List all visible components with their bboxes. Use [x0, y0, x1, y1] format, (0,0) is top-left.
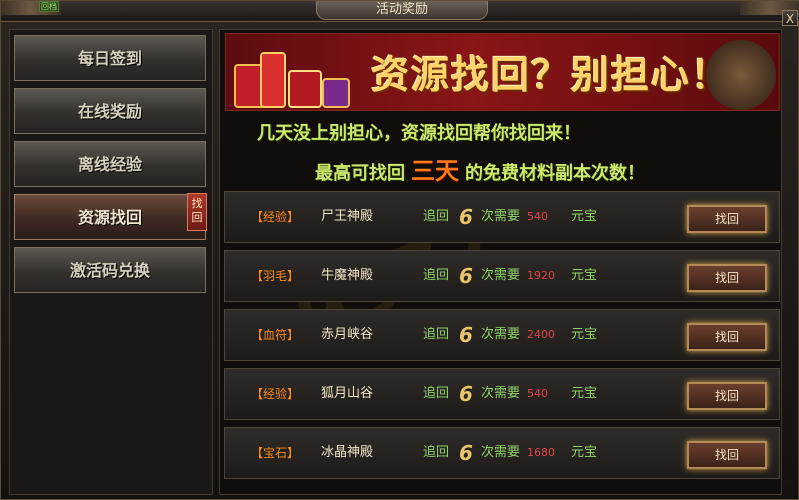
row-dungeon: 狐月山谷 [321, 386, 374, 401]
sidebar: 每日签到 在线奖励 离线经验 资源找回 激活码兑换 [9, 29, 213, 495]
retrieve-row: 【羽毛】 牛魔神殿 追回 6 次需要 1920 元宝 找回 [224, 250, 780, 302]
row-need-label: 次需要 [481, 209, 521, 224]
row-currency: 元宝 [571, 445, 598, 460]
nav-online-reward[interactable]: 在线奖励 [14, 88, 206, 134]
row-dungeon: 赤月峡谷 [321, 327, 374, 342]
subtitle-line2-prefix: 最高可找回 [315, 163, 405, 184]
row-need-label: 次需要 [481, 268, 521, 283]
row-count: 6 [459, 323, 473, 347]
row-currency: 元宝 [571, 386, 598, 401]
row-dungeon: 冰晶神殿 [321, 445, 374, 460]
retrieve-button[interactable]: 找回 [687, 441, 767, 469]
row-retrieve-label: 追回 [423, 327, 450, 342]
window-title: 活动奖励 [316, 1, 488, 20]
row-need-label: 次需要 [481, 327, 521, 342]
row-currency: 元宝 [571, 268, 598, 283]
row-category: 【宝石】 [251, 446, 300, 460]
retrieve-button[interactable]: 找回 [687, 382, 767, 410]
subtitle-line2-suffix: 的免费材料副本次数！ [465, 163, 645, 184]
retrieve-row: 【经验】 尸王神殿 追回 6 次需要 540 元宝 找回 [224, 191, 780, 243]
row-cost: 2400 [527, 328, 555, 341]
row-count: 6 [459, 205, 473, 229]
row-dungeon: 尸王神殿 [321, 209, 374, 224]
banner: 资源找回？别担心！ [225, 33, 780, 111]
nav-daily-signin[interactable]: 每日签到 [14, 35, 206, 81]
row-count: 6 [459, 382, 473, 406]
row-count: 6 [459, 441, 473, 465]
row-count: 6 [459, 264, 473, 288]
nav-code-redeem[interactable]: 激活码兑换 [14, 247, 206, 293]
nav-offline-exp[interactable]: 离线经验 [14, 141, 206, 187]
subtitle-line2: 最高可找回 三天 的免费材料副本次数！ [315, 151, 645, 186]
row-currency: 元宝 [571, 327, 598, 342]
row-cost: 540 [527, 387, 548, 400]
subtitle-line1: 几天没上别担心，资源找回帮你找回来！ [257, 123, 581, 144]
subtitle-highlight: 三天 [411, 157, 459, 185]
retrieve-row: 【经验】 狐月山谷 追回 6 次需要 540 元宝 找回 [224, 368, 780, 420]
row-cost: 540 [527, 210, 548, 223]
banner-title: 资源找回？别担心！ [371, 53, 732, 97]
row-retrieve-label: 追回 [423, 445, 450, 460]
row-category: 【经验】 [251, 387, 300, 401]
retrieve-button[interactable]: 找回 [687, 205, 767, 233]
row-cost: 1680 [527, 446, 555, 459]
activity-rewards-window: 回档 活动奖励 X 每日签到 在线奖励 离线经验 资源找回 激活码兑换 找回 资… [0, 0, 799, 500]
retrieve-row: 【血符】 赤月峡谷 追回 6 次需要 2400 元宝 找回 [224, 309, 780, 361]
retrieve-row: 【宝石】 冰晶神殿 追回 6 次需要 1680 元宝 找回 [224, 427, 780, 479]
row-need-label: 次需要 [481, 386, 521, 401]
close-button[interactable]: X [782, 10, 798, 26]
row-retrieve-label: 追回 [423, 209, 450, 224]
retrieve-badge: 找回 [187, 193, 207, 231]
corner-tag: 回档 [39, 1, 59, 12]
retrieve-button[interactable]: 找回 [687, 323, 767, 351]
row-category: 【经验】 [251, 210, 300, 224]
row-need-label: 次需要 [481, 445, 521, 460]
row-retrieve-label: 追回 [423, 268, 450, 283]
row-currency: 元宝 [571, 209, 598, 224]
retrieve-button[interactable]: 找回 [687, 264, 767, 292]
nav-resource-retrieve[interactable]: 资源找回 [14, 194, 206, 240]
gift-box-small-icon [322, 78, 350, 108]
row-cost: 1920 [527, 269, 555, 282]
retrieve-list: 【经验】 尸王神殿 追回 6 次需要 540 元宝 找回 【羽毛】 牛魔神殿 追… [224, 191, 780, 486]
row-category: 【羽毛】 [251, 269, 300, 283]
gift-box-icon [288, 70, 322, 108]
row-retrieve-label: 追回 [423, 386, 450, 401]
firecracker-icon [260, 52, 286, 108]
row-dungeon: 牛魔神殿 [321, 268, 374, 283]
row-category: 【血符】 [251, 328, 300, 342]
